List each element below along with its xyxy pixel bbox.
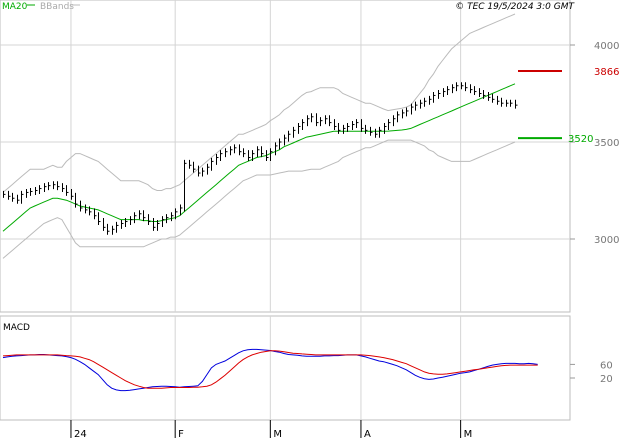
time-tick-label-1: F: [178, 429, 184, 440]
time-tick-label-4: M: [464, 429, 473, 440]
macd-tick-label-60: 60: [600, 360, 613, 371]
time-tick-label-0: 24: [74, 429, 87, 440]
price-tick-label-4000: 4000: [594, 41, 619, 52]
support-label: 3520: [568, 134, 593, 145]
stock-chart: 300035004000 6020 24 F M A M 38663520 MA20 B…: [0, 0, 619, 440]
macd-axis: 6020: [570, 360, 613, 385]
price-tick-label-3500: 3500: [594, 138, 619, 149]
time-axis: 24 F M A M: [70, 420, 473, 440]
price-tick-label-3000: 3000: [594, 235, 619, 246]
bbands-legend-label: BBands: [40, 2, 74, 12]
time-tick-label-3: A: [364, 429, 371, 440]
macd-tick-label-20: 20: [600, 374, 613, 385]
time-tick-label-2: M: [273, 429, 282, 440]
ma20-legend-label: MA20: [2, 2, 28, 12]
macd-panel-title: MACD: [3, 323, 30, 333]
copyright-timestamp: © TEC 19/5/2024 3:0 GMT: [455, 2, 575, 12]
resistance-label: 3866: [594, 67, 619, 78]
